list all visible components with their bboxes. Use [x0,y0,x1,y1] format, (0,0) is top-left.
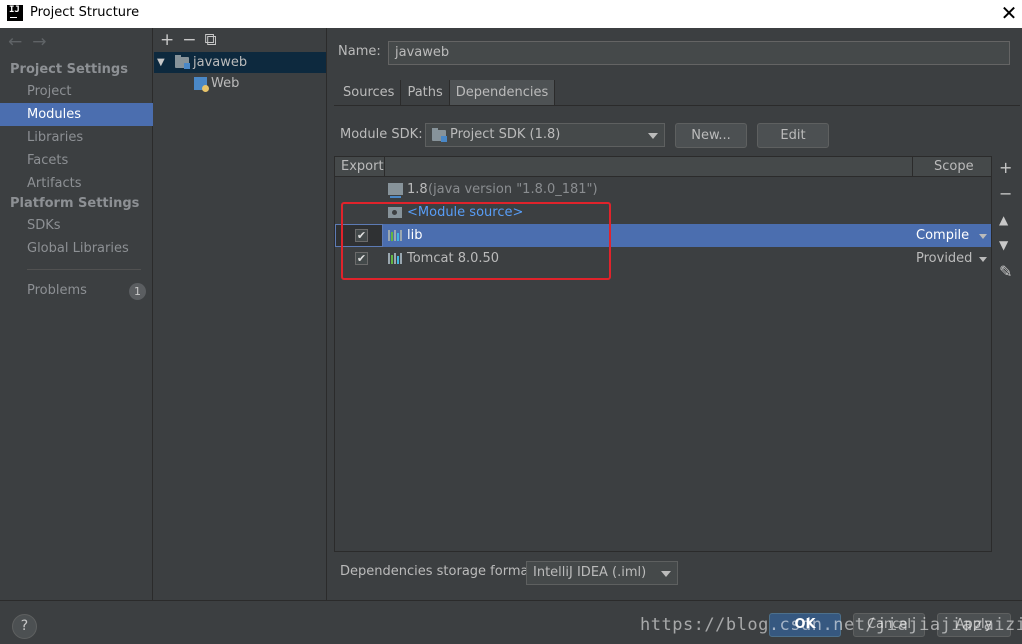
sidebar-divider [27,269,141,270]
intellij-logo-icon: IJ [7,5,23,21]
jdk-icon [388,183,403,198]
tab-paths[interactable]: Paths [401,80,450,105]
new-sdk-button[interactable]: New... [675,123,747,148]
scope-select[interactable]: Compile [916,224,969,247]
col-divider [384,157,385,177]
pencil-icon[interactable]: ✎ [999,262,1012,281]
add-icon[interactable]: + [999,158,1012,177]
add-icon[interactable]: + [160,30,174,50]
settings-sidebar: ← → Project Settings Project Modules Libr… [0,28,153,600]
chevron-down-icon [648,133,658,139]
table-header: Export Scope [335,157,991,177]
window-title: Project Structure [30,5,140,20]
platform-settings-header: Platform Settings [10,196,140,211]
module-name-input[interactable]: javaweb [388,41,1010,65]
chevron-down-icon [979,257,987,262]
module-sdk-label: Module SDK: [340,127,423,142]
edit-sdk-button[interactable]: Edit [757,123,829,148]
sdk-value: Project SDK (1.8) [450,127,561,142]
col-export[interactable]: Export [341,157,384,177]
tab-sources[interactable]: Sources [337,80,402,105]
facet-name-label: Web [211,76,240,91]
module-tabs: Sources Paths Dependencies [337,80,556,105]
sidebar-item-libraries[interactable]: Libraries [0,126,153,149]
module-folder-icon [175,55,190,69]
storage-format-select[interactable]: IntelliJ IDEA (.iml) [526,561,678,585]
module-name-label: javaweb [193,55,248,70]
col-scope[interactable]: Scope [934,157,974,177]
move-down-icon[interactable]: ▼ [999,238,1008,252]
web-facet-icon [194,77,209,92]
watermark-text: https://blog.csdn.net/jiajiajiazaizia [640,615,1022,635]
sidebar-item-modules[interactable]: Modules [0,103,153,126]
remove-icon[interactable]: − [182,30,196,50]
expand-triangle-icon[interactable]: ▼ [157,52,165,73]
help-button[interactable]: ? [12,614,37,639]
module-settings-panel: Name: javaweb Sources Paths Dependencies… [328,28,1022,600]
tab-divider [334,105,1020,106]
chevron-down-icon [979,234,987,239]
sidebar-item-project[interactable]: Project [0,80,153,103]
jdk-name: 1.8 [407,182,428,197]
sdk-folder-icon [432,128,447,142]
tree-toolbar: + − ⧉ [160,30,225,50]
back-arrow-icon[interactable]: ← [8,32,22,52]
copy-icon[interactable]: ⧉ [205,30,217,50]
highlight-annotation [341,202,611,280]
storage-format-value: IntelliJ IDEA (.iml) [533,565,647,580]
scope-select[interactable]: Provided [916,247,972,270]
project-settings-header: Project Settings [10,62,128,77]
sidebar-item-artifacts[interactable]: Artifacts [0,172,153,195]
sidebar-item-global-libraries[interactable]: Global Libraries [0,237,153,260]
move-up-icon[interactable]: ▲ [999,213,1008,227]
close-icon[interactable]: ✕ [998,2,1020,24]
remove-icon[interactable]: − [999,184,1012,203]
jdk-detail: (java version "1.8.0_181") [428,182,598,197]
module-tree-panel: + − ⧉ ▼ javaweb Web [154,28,327,600]
storage-format-label: Dependencies storage format: [340,564,538,579]
sidebar-item-facets[interactable]: Facets [0,149,153,172]
module-sdk-select[interactable]: Project SDK (1.8) [425,123,665,147]
title-bar: IJ Project Structure ✕ [0,0,1022,28]
sidebar-item-sdks[interactable]: SDKs [0,214,153,237]
forward-arrow-icon[interactable]: → [32,32,46,52]
dialog-footer: ? OK Cancel Apply https://blog.csdn.net/… [0,600,1022,644]
history-nav: ← → [8,32,57,52]
name-label: Name: [338,44,381,59]
problems-count-badge: 1 [129,283,146,300]
tab-dependencies[interactable]: Dependencies [449,80,556,105]
col-divider [912,157,913,177]
tree-item-javaweb[interactable]: ▼ javaweb [154,52,326,73]
table-row-jdk[interactable]: 1.8 (java version "1.8.0_181") [335,178,991,201]
chevron-down-icon [661,571,671,577]
tree-item-web[interactable]: Web [154,73,326,94]
dependency-toolbar: + − ▲ ▼ ✎ [992,156,1018,552]
